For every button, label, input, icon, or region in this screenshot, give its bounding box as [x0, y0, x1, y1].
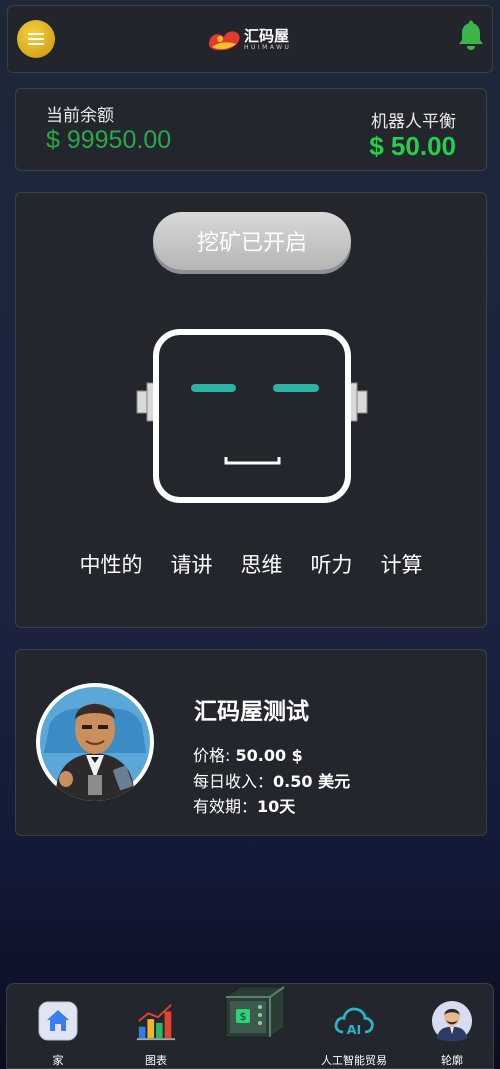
- businessman-avatar: [36, 683, 154, 801]
- validity-label: 有效期：: [193, 797, 258, 816]
- logo-mark-icon: [209, 31, 240, 51]
- menu-button[interactable]: [17, 20, 55, 58]
- current-balance-value: $ 99950.00: [46, 126, 172, 154]
- income-label: 每日收入：: [193, 772, 274, 791]
- nav-item-chart[interactable]: 图表: [111, 1000, 201, 1068]
- validity-value: 10天: [257, 797, 296, 816]
- ai-cloud-icon: AI: [333, 1000, 375, 1042]
- nav-label-profile: 轮廓: [441, 1054, 463, 1067]
- price-value: 50.00 $: [235, 746, 303, 765]
- svg-text:AI: AI: [347, 1023, 362, 1038]
- product-daily-income: 每日收入：0.50 美元: [193, 768, 350, 792]
- nav-item-mining-device[interactable]: $: [210, 982, 300, 1042]
- logo-title: 汇码屋: [244, 27, 290, 45]
- current-balance-label: 当前余额: [46, 106, 114, 126]
- mining-card: 挖矿已开启 中性的 请讲 思维 听力 计算: [15, 192, 487, 628]
- logo-subtitle: HUIMAWU: [244, 44, 292, 51]
- nav-item-ai-trade[interactable]: AI 人工智能贸易: [309, 1000, 399, 1068]
- product-price: 价格: 50.00 $: [193, 742, 303, 766]
- product-card[interactable]: 汇码屋测试 价格: 50.00 $ 每日收入：0.50 美元 有效期：10天: [15, 649, 487, 836]
- mode-neutral[interactable]: 中性的: [80, 549, 143, 579]
- top-bar: 汇码屋 HUIMAWU: [7, 5, 493, 73]
- bar-chart-icon: [135, 1000, 177, 1042]
- mining-toggle-button[interactable]: 挖矿已开启: [153, 212, 351, 270]
- svg-text:$: $: [240, 1010, 247, 1023]
- businessman-icon: [40, 687, 150, 801]
- price-label: 价格:: [193, 746, 236, 765]
- home-icon: [37, 1000, 79, 1042]
- mode-list: 中性的 请讲 思维 听力 计算: [16, 549, 486, 579]
- product-name: 汇码屋测试: [194, 699, 309, 725]
- user-avatar-icon: [431, 1000, 473, 1042]
- logo: 汇码屋 HUIMAWU: [206, 22, 291, 58]
- mode-think[interactable]: 思维: [241, 549, 283, 579]
- nav-item-profile[interactable]: 轮廓: [407, 1000, 497, 1068]
- hamburger-icon: [28, 33, 44, 45]
- nav-label-home: 家: [52, 1054, 64, 1067]
- mode-listen[interactable]: 听力: [311, 549, 353, 579]
- bell-icon[interactable]: [456, 20, 486, 52]
- robot-face-icon: [136, 329, 368, 503]
- robot-balance-value: $ 50.00: [369, 131, 456, 161]
- nav-item-home[interactable]: 家: [13, 1000, 103, 1068]
- mining-device-icon: $: [220, 982, 290, 1042]
- mode-compute[interactable]: 计算: [381, 549, 423, 579]
- bottom-nav: 家 图表 $ AI 人工智能贸易 轮廓: [6, 983, 494, 1069]
- income-value: 0.50 美元: [273, 772, 351, 791]
- nav-label-chart: 图表: [145, 1054, 167, 1067]
- balance-card: 当前余额 $ 99950.00 机器人平衡 $ 50.00: [15, 88, 487, 171]
- nav-label-ai-trade: 人工智能贸易: [321, 1054, 387, 1067]
- product-validity: 有效期：10天: [193, 793, 295, 817]
- mode-speak[interactable]: 请讲: [171, 549, 213, 579]
- robot-balance-label: 机器人平衡: [371, 112, 456, 132]
